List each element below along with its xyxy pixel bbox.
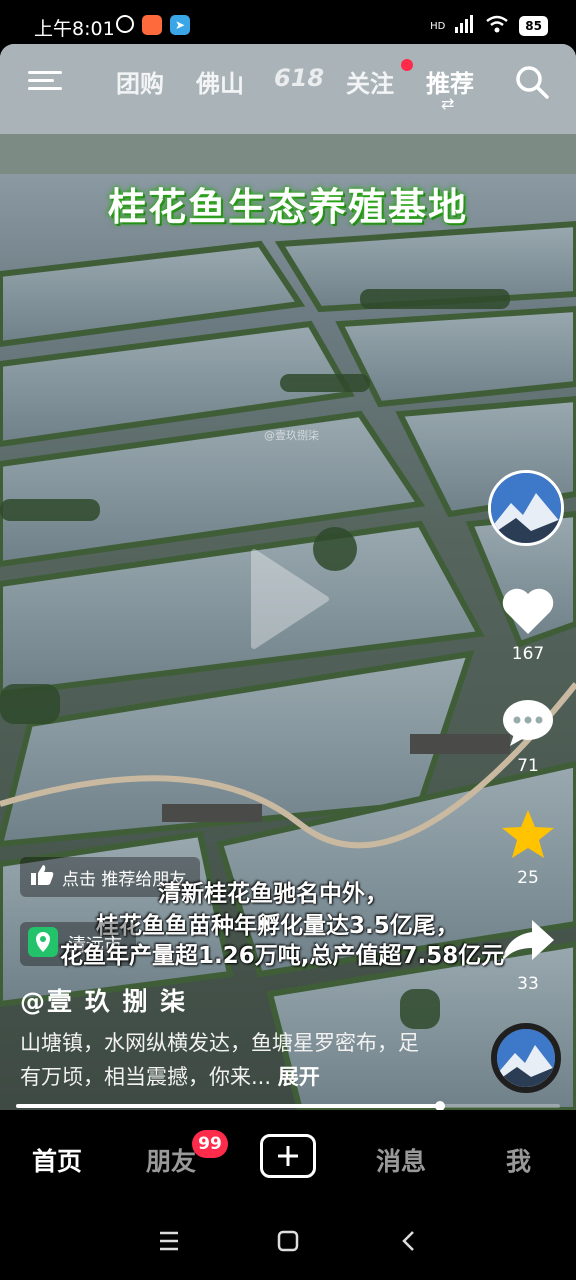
video-watermark: @壹玖捌柒 [264,429,319,442]
video-progress-fill [16,1104,441,1108]
switch-arrows-icon: ⇄ [441,94,455,113]
post-description: 山塘镇，水网纵横发达，鱼塘星罗密布，足有万顷，相当震撼，你来... 展开 [20,1026,430,1094]
post-description-text: 山塘镇，水网纵横发达，鱼塘星罗密布，足有万顷，相当震撼，你来... [20,1031,419,1089]
back-icon[interactable] [402,1231,414,1251]
tab-friends[interactable]: 朋友 [146,1142,196,1178]
video-progress-handle[interactable] [435,1101,446,1110]
author-avatar[interactable] [488,470,564,546]
favorite-count: 25 [517,868,539,888]
top-navigation: 团购 佛山 618 关注 推荐 ⇄ [0,44,576,124]
video-progress-bar[interactable] [16,1101,560,1110]
video-title-banner: 桂花鱼生态养殖基地 [107,185,468,229]
author-name[interactable]: @壹 玖 捌 柒 [20,982,187,1018]
heart-icon[interactable] [500,586,556,636]
tab-me[interactable]: 我 [506,1142,531,1178]
music-disc-avatar[interactable] [491,1023,561,1093]
comment-count: 71 [517,756,539,776]
share-count: 33 [517,974,539,994]
app-notification-icon [142,15,162,35]
subtitle-line-1: 清新桂花鱼驰名中外， [158,881,388,907]
menu-icon[interactable] [28,66,62,96]
star-icon[interactable] [500,808,556,860]
share-arrow-icon[interactable] [500,916,556,966]
subtitle-line-2: 桂花鱼鱼苗种年孵化量达3.5亿尾， [96,913,459,939]
telegram-icon: ➤ [170,15,190,35]
network-label: HD [430,20,446,32]
bottom-tab-bar: 首页 朋友 99 消息 我 [0,1110,576,1206]
subtitle-line-3: 花鱼年产量超1.26万吨,总产值超7.58亿元 [60,943,505,969]
home-icon[interactable] [277,1230,299,1252]
like-action[interactable]: 167 [490,586,566,664]
tab-group-buy[interactable]: 团购 [116,64,164,99]
battery-indicator: 85 [519,16,548,36]
create-post-button[interactable] [260,1134,316,1178]
video-player[interactable]: 团购 佛山 618 关注 推荐 ⇄ 桂花鱼生态养殖基地 @壹玖捌柒 167 71… [0,44,576,1110]
following-notification-dot [401,59,413,71]
friends-badge: 99 [192,1130,228,1158]
wifi-icon [485,15,509,37]
tab-city-foshan[interactable]: 佛山 [196,64,244,99]
alarm-icon [116,15,134,33]
tab-home[interactable]: 首页 [32,1142,82,1178]
favorite-action[interactable]: 25 [490,808,566,888]
status-time: 上午8:01 [34,18,115,40]
comment-action[interactable]: 71 [490,698,566,776]
play-icon[interactable] [244,544,334,654]
tab-following[interactable]: 关注 [346,64,394,99]
location-pin-icon [28,926,58,962]
system-navigation-bar [0,1206,576,1280]
recents-icon[interactable] [160,1231,178,1251]
expand-link[interactable]: 展开 [278,1065,320,1089]
search-icon[interactable] [514,64,550,100]
signal-icon [455,15,475,37]
thumbs-up-icon [30,864,54,891]
tab-618[interactable]: 618 [274,64,324,92]
status-bar: 上午8:01 ➤ HD 85 [0,0,576,48]
like-count: 167 [511,644,545,664]
comment-icon[interactable] [500,698,556,748]
tab-messages[interactable]: 消息 [376,1142,426,1178]
